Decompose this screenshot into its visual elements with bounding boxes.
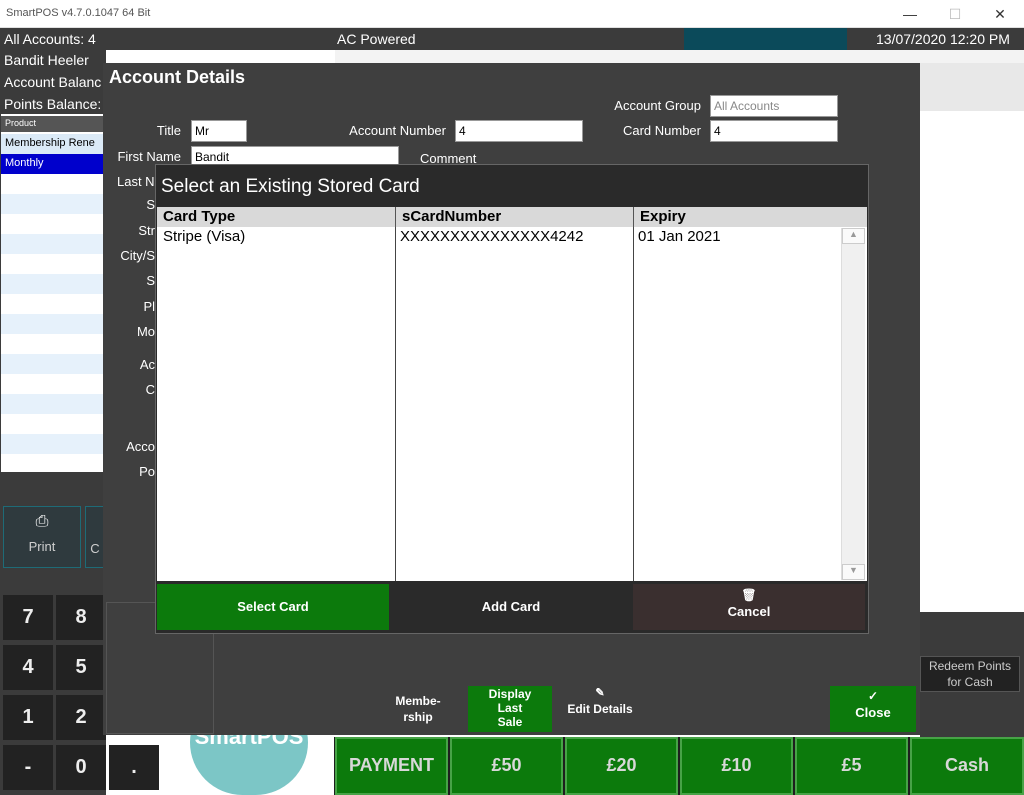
trash-icon: 🗑 <box>741 588 757 602</box>
list-stripe <box>1 234 103 254</box>
status-bar: All Accounts: 4 AC Powered 13/07/2020 12… <box>0 28 1024 50</box>
list-stripe <box>1 194 103 214</box>
column-divider <box>395 227 396 581</box>
col-header-card-type[interactable]: Card Type <box>157 207 396 227</box>
key-4[interactable]: 4 <box>3 645 53 690</box>
field-label-points: Po <box>139 464 155 479</box>
table-row[interactable]: Stripe (Visa) XXXXXXXXXXXXXXX4242 01 Jan… <box>157 227 841 247</box>
check-icon: ✓ <box>867 689 879 703</box>
table-scrollbar[interactable]: ▲ ▼ <box>841 228 865 580</box>
edit-details-button[interactable]: ✎ Edit Details <box>560 686 640 716</box>
fifty-button[interactable]: £50 <box>450 737 563 795</box>
firstname-label: First Name <box>117 149 181 164</box>
key-minus[interactable]: - <box>3 745 53 790</box>
datetime: 13/07/2020 12:20 PM <box>876 31 1010 47</box>
list-stripe <box>1 434 103 454</box>
product-row[interactable]: Membership Rene <box>1 134 103 154</box>
key-1[interactable]: 1 <box>3 695 53 740</box>
col-header-expiry[interactable]: Expiry <box>634 207 867 227</box>
right-strip <box>920 63 1024 111</box>
close-window-button[interactable]: ✕ <box>985 4 1015 24</box>
five-button[interactable]: £5 <box>795 737 908 795</box>
key-7[interactable]: 7 <box>3 595 53 640</box>
power-status: AC Powered <box>337 31 416 47</box>
key-2[interactable]: 2 <box>56 695 106 740</box>
modal-title: Select an Existing Stored Card <box>161 176 420 197</box>
list-stripe <box>1 314 103 334</box>
maximize-button[interactable]: ☐ <box>940 4 970 24</box>
card-table: Card Type sCardNumber Expiry Stripe (Vis… <box>157 207 867 581</box>
account-group-label: Account Group <box>614 98 701 113</box>
select-card-button[interactable]: Select Card <box>157 584 389 630</box>
edit-details-label: Edit Details <box>567 702 633 716</box>
field-label-state: S <box>146 273 155 288</box>
cancel-label: Cancel <box>727 604 771 619</box>
select-card-label: Select Card <box>237 599 309 614</box>
twenty-button[interactable]: £20 <box>565 737 678 795</box>
field-label-phone: Pl <box>143 299 155 314</box>
secondary-tile[interactable]: C <box>85 506 105 568</box>
field-label-s: S <box>146 197 155 212</box>
account-balance: Account Balanc <box>4 74 102 90</box>
account-number-field[interactable]: 4 <box>455 120 583 142</box>
list-stripe <box>1 354 103 374</box>
print-button[interactable]: ⎙ Print <box>3 506 81 568</box>
add-card-button[interactable]: Add Card <box>395 584 627 630</box>
field-label-c: C <box>145 382 155 397</box>
ten-button[interactable]: £10 <box>680 737 793 795</box>
lastname-label: Last N <box>117 174 155 189</box>
top-strip <box>335 50 1024 63</box>
accounts-count: All Accounts: 4 <box>4 31 96 47</box>
key-0[interactable]: 0 <box>56 745 106 790</box>
key-8[interactable]: 8 <box>56 595 106 640</box>
field-label-ac: Ac <box>139 357 155 372</box>
status-accent <box>684 28 847 50</box>
redeem-points-button[interactable]: Redeem Points for Cash <box>920 656 1020 692</box>
card-number-label: Card Number <box>622 123 701 138</box>
account-group-field[interactable]: All Accounts <box>710 95 838 117</box>
cell-card-type: Stripe (Visa) <box>163 228 246 245</box>
account-number-label: Account Number <box>349 123 446 138</box>
field-label-street: Str <box>138 223 155 238</box>
field-label-mobile: Mo <box>136 324 155 339</box>
printer-icon: ⎙ <box>35 513 49 530</box>
list-stripe <box>1 394 103 414</box>
points-balance: Points Balance: <box>4 96 102 112</box>
title-field[interactable]: Mr <box>191 120 247 142</box>
add-card-label: Add Card <box>481 599 541 614</box>
cancel-button[interactable]: 🗑 Cancel <box>633 584 865 630</box>
pencil-icon: ✎ <box>595 687 605 699</box>
customer-name: Bandit Heeler <box>4 52 89 68</box>
account-details-heading: Account Details <box>109 67 246 87</box>
cell-card-number: XXXXXXXXXXXXXXX4242 <box>400 228 584 245</box>
payment-button[interactable]: PAYMENT <box>335 737 448 795</box>
close-button[interactable]: ✓ Close <box>830 686 916 732</box>
print-label: Print <box>28 539 56 554</box>
field-label-account: Acco <box>126 439 155 454</box>
cash-button[interactable]: Cash <box>910 737 1024 795</box>
window-titlebar: SmartPOS v4.7.0.1047 64 Bit — ☐ ✕ <box>0 0 1024 28</box>
scroll-down-icon[interactable]: ▼ <box>842 564 865 580</box>
card-number-field[interactable]: 4 <box>710 120 838 142</box>
list-stripe <box>1 274 103 294</box>
key-dot[interactable]: . <box>109 745 159 790</box>
title-label: Title <box>156 123 181 138</box>
close-label: Close <box>855 705 891 720</box>
col-header-card-number[interactable]: sCardNumber <box>396 207 634 227</box>
cell-expiry: 01 Jan 2021 <box>638 228 721 245</box>
product-row-selected[interactable]: Monthly <box>1 154 103 174</box>
field-label-city: City/S <box>120 248 155 263</box>
scroll-up-icon[interactable]: ▲ <box>842 228 865 244</box>
window-title: SmartPOS v4.7.0.1047 64 Bit <box>6 7 151 19</box>
product-header: Product <box>1 116 103 132</box>
secondary-tile-label: C <box>90 541 100 556</box>
minimize-button[interactable]: — <box>895 4 925 24</box>
membership-button[interactable]: Membe- rship <box>386 693 450 725</box>
display-last-sale-button[interactable]: Display Last Sale <box>468 686 552 732</box>
column-divider <box>633 227 634 581</box>
key-5[interactable]: 5 <box>56 645 106 690</box>
